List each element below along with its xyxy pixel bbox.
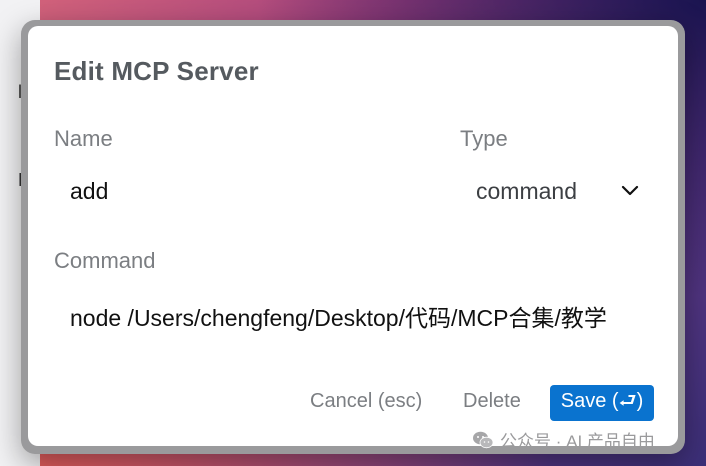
type-label: Type (460, 126, 508, 151)
name-label: Name (54, 126, 113, 151)
wechat-icon (473, 431, 494, 448)
edit-mcp-server-dialog: Edit MCP Server Name add Type command Co… (28, 26, 678, 446)
command-input[interactable]: node /Users/chengfeng/Desktop/代码/MCP合集/教… (70, 299, 655, 333)
type-select[interactable]: command (476, 176, 646, 210)
name-input[interactable]: add (70, 178, 108, 205)
chevron-down-icon (621, 185, 639, 196)
command-label: Command (54, 248, 156, 273)
cancel-button[interactable]: Cancel (esc) (310, 390, 422, 413)
save-button[interactable]: Save (⮐) (550, 385, 654, 421)
dialog-title: Edit MCP Server (54, 56, 259, 86)
type-select-value: command (476, 178, 577, 204)
watermark: 公众号 · AI 产品自由 (472, 427, 655, 452)
watermark-text: 公众号 · AI 产品自由 (500, 432, 655, 451)
delete-button[interactable]: Delete (463, 390, 521, 413)
